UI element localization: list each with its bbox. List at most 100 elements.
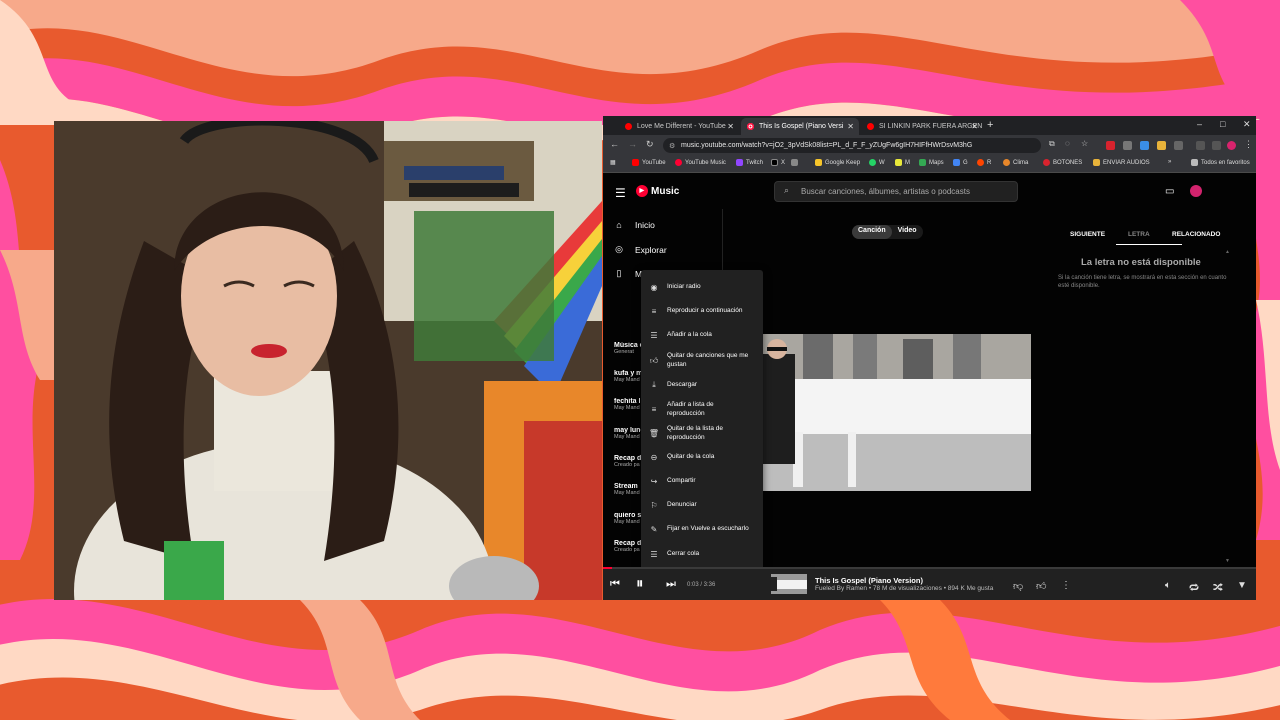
menu-item-quitar-de-me-gusta[interactable]: 👍︎ Quitar de canciones que me gustan (641, 352, 763, 370)
downloads-icon[interactable] (1212, 141, 1221, 150)
pin-icon: ✎ (650, 525, 658, 534)
menu-item-descargar[interactable]: ⤓ Descargar (641, 380, 763, 390)
bookmark-clima[interactable]: Clima (1003, 159, 1028, 166)
scroll-down-icon[interactable]: ▼ (1225, 558, 1230, 564)
thumb-up-icon: 👍︎ (649, 355, 659, 365)
remove-circle-icon: ⊖ (650, 453, 658, 462)
bookmark-r[interactable]: R (977, 159, 991, 166)
tab-letra[interactable]: LETRA (1128, 231, 1150, 238)
bookmark-youtube-music[interactable]: YouTube Music (675, 159, 726, 166)
previous-track-icon[interactable]: ⏮ (610, 578, 620, 591)
hamburger-menu-icon[interactable]: ☰ (615, 186, 626, 200)
close-icon[interactable]: ✕ (971, 122, 978, 131)
bookmark-google-keep[interactable]: Google Keep (815, 159, 860, 166)
menu-item-label: Quitar de la cola (667, 453, 715, 461)
bookmarks-overflow-icon[interactable]: » (1168, 159, 1171, 165)
extensions-puzzle-icon[interactable] (1174, 141, 1183, 150)
menu-item-compartir[interactable]: ↪ Compartir (641, 477, 763, 486)
apps-grid-icon[interactable]: ▦ (610, 159, 616, 166)
close-window-button[interactable]: ✕ (1243, 119, 1251, 130)
bookmark-twitch[interactable]: Twitch (736, 159, 763, 166)
sidebar-item-explorar[interactable]: ◎ Explorar (613, 244, 667, 255)
menu-item-quitar-de-la-cola[interactable]: ⊖ Quitar de la cola (641, 453, 763, 462)
toggle-video[interactable]: Video (892, 225, 923, 239)
youtube-icon (632, 159, 639, 166)
maximize-button[interactable]: □ (1220, 119, 1225, 129)
bookmark-m[interactable]: M (895, 159, 910, 166)
pause-button[interactable]: ⏸ (636, 575, 644, 592)
site-info-icon[interactable]: ⚙ (669, 142, 675, 150)
song-context-menu: ◉ Iniciar radio ≡ Reproducir a continuació… (641, 270, 763, 571)
tab-this-is-gospel[interactable]: This Is Gospel (Piano Versi ✕ (741, 118, 859, 135)
star-icon[interactable]: ☆ (1081, 139, 1088, 148)
bookmark-g[interactable]: G (953, 159, 968, 166)
extension-icon[interactable] (1140, 141, 1149, 150)
ytmusic-logo[interactable]: Music (636, 185, 679, 197)
video-player[interactable] (763, 334, 1031, 491)
track-title[interactable]: This Is Gospel (Piano Version) (815, 576, 923, 585)
menu-item-fijar[interactable]: ✎ Fijar en Vuelve a escucharlo (641, 525, 763, 534)
audio-icon (1093, 159, 1100, 166)
menu-item-anadir-a-la-cola[interactable]: ☰ Añadir a la cola (641, 331, 763, 340)
menu-item-reproducir-a-continuacion[interactable]: ≡ Reproducir a continuación (641, 307, 763, 316)
more-vert-icon[interactable]: ⋮ (1061, 580, 1071, 591)
bookmark-maps[interactable]: Maps (919, 159, 944, 166)
thumb-down-icon[interactable]: 👎︎ (1013, 580, 1023, 592)
trash-icon: 🗑︎ (648, 429, 660, 439)
open-in-app-icon[interactable]: ⧉ (1049, 139, 1055, 149)
profile-avatar[interactable] (1227, 141, 1236, 150)
scroll-up-icon[interactable]: ▲ (1225, 249, 1230, 255)
google-keep-icon (815, 159, 822, 166)
all-bookmarks-folder[interactable]: Todos en favoritos (1191, 159, 1250, 166)
reading-list-icon[interactable] (1196, 141, 1205, 150)
eye-off-icon[interactable]: ◌ (1065, 139, 1070, 148)
new-tab-button[interactable]: + (987, 119, 993, 131)
thumb-up-icon[interactable]: 👍︎ (1036, 580, 1046, 592)
sidebar-item-biblioteca[interactable]: ▯ M (613, 268, 643, 279)
extension-icon[interactable] (1106, 141, 1115, 150)
menu-item-quitar-de-lista[interactable]: 🗑︎ Quitar de la lista de reproducción (641, 425, 763, 443)
reload-icon[interactable]: ↻ (646, 139, 654, 150)
more-vert-icon[interactable]: ⋮ (1244, 139, 1253, 150)
menu-item-iniciar-radio[interactable]: ◉ Iniciar radio (641, 283, 763, 292)
bookmark-enviar-audios[interactable]: ENVIAR AUDIOS (1093, 159, 1150, 166)
menu-item-anadir-a-lista[interactable]: ≡ Añadir a lista de reproducción (641, 401, 763, 419)
menu-item-denunciar[interactable]: ⚐ Denunciar (641, 501, 763, 510)
extension-icon[interactable] (1157, 141, 1166, 150)
bookmark-whatsapp[interactable]: W (869, 159, 885, 166)
bookmark-x[interactable]: X (771, 159, 785, 166)
extension-icon[interactable] (1123, 141, 1132, 150)
toggle-song[interactable]: Canción (852, 225, 892, 239)
avatar[interactable] (1190, 185, 1202, 197)
bookmark-label: BOTONES (1053, 159, 1083, 166)
menu-item-cerrar-cola[interactable]: ☰ Cerrar cola (641, 550, 763, 559)
expand-player-icon[interactable]: ▼ (1237, 580, 1247, 591)
folder-icon (1191, 159, 1198, 166)
url-field[interactable]: ⚙ music.youtube.com/watch?v=jO2_3pVdSk08… (663, 138, 1041, 153)
close-icon[interactable]: ✕ (727, 122, 734, 131)
search-placeholder: Buscar canciones, álbumes, artistas o po… (801, 187, 970, 196)
next-track-icon[interactable]: ⏭ (666, 578, 676, 591)
cast-icon[interactable]: ▭ (1165, 186, 1174, 197)
close-icon[interactable]: ✕ (847, 122, 854, 131)
tab-love-me-different[interactable]: Love Me Different - YouTube ✕ (619, 118, 739, 135)
shuffle-icon[interactable]: 🔀︎ (1213, 580, 1223, 595)
bookmark-link[interactable] (791, 159, 801, 166)
volume-icon[interactable]: 🔈︎ (1165, 580, 1171, 591)
track-thumbnail[interactable] (771, 574, 807, 594)
search-input[interactable]: ⌕ Buscar canciones, álbumes, artistas o … (774, 181, 1018, 202)
repeat-icon[interactable]: 🔁︎ (1189, 580, 1199, 595)
sidebar-item-inicio[interactable]: ⌂ Inicio (613, 220, 655, 230)
twitch-icon (736, 159, 743, 166)
bookmarks-bar: ▦ YouTube YouTube Music Twitch X Google … (603, 156, 1256, 173)
bookmark-botones[interactable]: BOTONES (1043, 159, 1082, 166)
progress-bar[interactable] (603, 567, 1256, 569)
forward-arrow-icon[interactable]: → (628, 139, 637, 149)
home-icon: ⌂ (616, 220, 622, 230)
back-arrow-icon[interactable]: ← (610, 139, 619, 149)
minimize-button[interactable]: – (1197, 119, 1202, 129)
bookmark-youtube[interactable]: YouTube (632, 159, 666, 166)
tab-linkin-park[interactable]: SI LINKIN PARK FUERA ARGEN ✕ (861, 118, 983, 135)
tab-siguiente[interactable]: SIGUIENTE (1070, 231, 1105, 238)
tab-relacionado[interactable]: RELACIONADO (1172, 231, 1220, 238)
